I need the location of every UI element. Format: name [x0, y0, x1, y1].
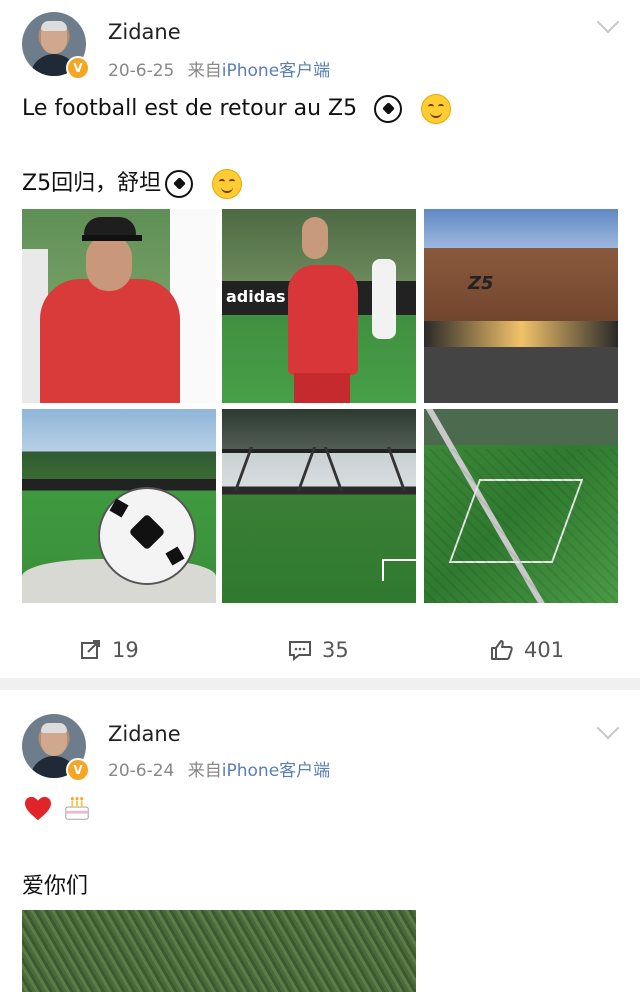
- post-date: 20-6-25: [108, 61, 175, 81]
- photo-z5-building[interactable]: Z5: [424, 209, 618, 403]
- repost-count: 19: [112, 638, 139, 662]
- adidas-banner: adidas: [226, 287, 286, 306]
- post-text: Le football est de retour au Z5: [22, 96, 358, 121]
- comment-count: 35: [322, 638, 349, 662]
- post-card: V Zidane 20-6-24 来自iPhone客户端 爱你们: [0, 690, 640, 992]
- source-prefix: 来自: [187, 761, 222, 781]
- comment-button[interactable]: 35: [288, 628, 349, 672]
- birthday-cake-icon: [65, 797, 89, 820]
- thumbs-up-icon: [491, 640, 513, 660]
- soccer-ball-icon: [165, 170, 194, 198]
- verified-badge-icon: V: [66, 56, 90, 80]
- like-button[interactable]: 401: [490, 628, 564, 672]
- heart-icon: [25, 796, 51, 821]
- source-app-link[interactable]: iPhone客户端: [222, 761, 330, 781]
- post-card: V Zidane 20-6-25 来自iPhone客户端 Le football…: [0, 0, 640, 678]
- post-text: 爱你们: [22, 874, 89, 899]
- action-bar: 19 35 401: [0, 628, 640, 672]
- photo-pitch-aerial[interactable]: [424, 409, 618, 603]
- photo-grass-preview[interactable]: [22, 910, 416, 992]
- photo-zidane-walking[interactable]: adidas: [222, 209, 416, 403]
- source-prefix: 来自: [187, 61, 222, 81]
- soccer-ball-icon: [374, 95, 403, 123]
- username[interactable]: Zidane: [108, 722, 181, 746]
- post-date: 20-6-24: [108, 761, 175, 781]
- repost-button[interactable]: 19: [80, 628, 139, 672]
- post-text-line: Le football est de retour au Z5: [22, 94, 452, 124]
- chevron-down-icon[interactable]: [596, 716, 620, 740]
- building-sign: Z5: [468, 273, 494, 294]
- post-text-line: Z5回归，舒坦: [22, 165, 243, 199]
- smile-emoji-icon: [421, 94, 452, 124]
- verified-badge-icon: V: [66, 758, 90, 782]
- post-text: Z5回归，舒坦: [22, 171, 162, 196]
- post-meta: 20-6-24 来自iPhone客户端: [108, 756, 330, 781]
- post-separator: [0, 678, 640, 690]
- photo-zidane-red-shirt[interactable]: [22, 209, 216, 403]
- comment-icon: [289, 641, 311, 661]
- smile-emoji-icon: [212, 169, 243, 199]
- post-meta: 20-6-25 来自iPhone客户端: [108, 56, 330, 81]
- chevron-down-icon[interactable]: [596, 10, 620, 34]
- photo-indoor-pitch[interactable]: [222, 409, 416, 603]
- photo-football-on-turf[interactable]: [22, 409, 216, 603]
- like-count: 401: [524, 638, 565, 662]
- username[interactable]: Zidane: [108, 20, 181, 44]
- source-app-link[interactable]: iPhone客户端: [222, 61, 330, 81]
- image-grid: adidas Z5: [22, 209, 618, 603]
- repost-icon: [81, 640, 100, 659]
